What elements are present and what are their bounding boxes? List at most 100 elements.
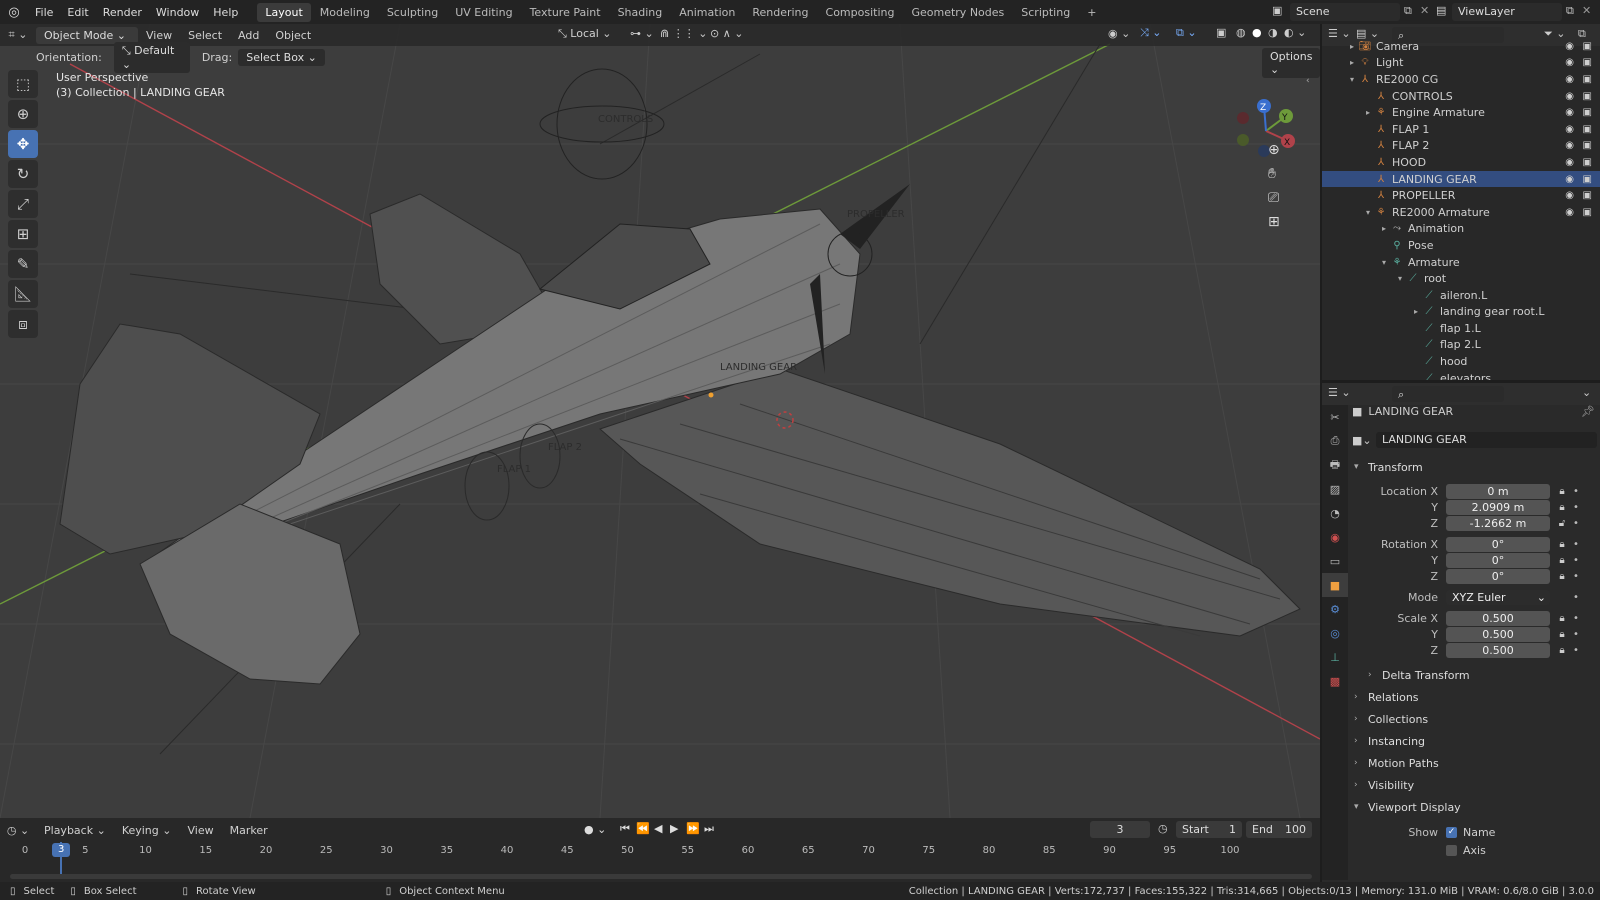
timeline-scrollbar[interactable]	[10, 874, 1312, 879]
outliner-row[interactable]: ⅄ HOOD ◉ ▣	[1322, 154, 1600, 171]
play-icon[interactable]: ▶	[670, 822, 678, 835]
render-camera-icon[interactable]: ▣	[1583, 124, 1592, 135]
visibility-eye-icon[interactable]: ◉	[1565, 41, 1574, 52]
outliner-row[interactable]: ▾ ⚘ RE2000 Armature ◉ ▣	[1322, 204, 1600, 221]
frame-ruler[interactable]: 0 5 10 15 20 25 30 35 40 45 50 55 60 65 70 75 80 85 90 95 10…	[0, 842, 1310, 876]
data-tab-icon[interactable]: ▩	[1322, 669, 1348, 693]
lock-icon[interactable]: 🔒︎	[1554, 502, 1570, 513]
render-camera-icon[interactable]: ▣	[1583, 190, 1592, 201]
tab-geometry-nodes[interactable]: Geometry Nodes	[903, 3, 1012, 22]
orientation-dropdown[interactable]: ⤡ Default ⌄	[113, 41, 190, 73]
keyframe-dot-icon[interactable]: •	[1570, 592, 1582, 603]
render-camera-icon[interactable]: ▣	[1583, 91, 1592, 102]
scale-x-field[interactable]: 0.500	[1446, 610, 1550, 626]
timeline-playback-menu[interactable]: Playback ⌄	[36, 824, 114, 837]
scene-selector-icon[interactable]: ▣	[1272, 4, 1282, 17]
object-name-field[interactable]: LANDING GEAR	[1376, 432, 1597, 448]
keyframe-dot-icon[interactable]: •	[1570, 645, 1582, 656]
rotation-y-field[interactable]: 0°	[1446, 552, 1550, 568]
viewport-menu-view[interactable]: View	[138, 29, 180, 42]
outliner-row[interactable]: ⟋ elevators	[1322, 370, 1600, 380]
xray-icon[interactable]: ▣	[1216, 26, 1226, 39]
render-camera-icon[interactable]: ▣	[1583, 41, 1592, 52]
transform-tool-icon[interactable]: ⊞	[8, 220, 38, 248]
expand-arrow-icon[interactable]: ▸	[1410, 307, 1422, 316]
visibility-eye-icon[interactable]: ◉	[1565, 174, 1574, 185]
scale-z-field[interactable]: 0.500	[1446, 642, 1550, 658]
menu-window[interactable]: Window	[149, 6, 206, 19]
viewport-display-panel[interactable]: ▾ Viewport Display	[1354, 797, 1596, 817]
rendered-shading-icon[interactable]: ◐ ⌄	[1284, 26, 1306, 39]
tab-uv-editing[interactable]: UV Editing	[447, 3, 520, 22]
lock-icon[interactable]: 🔒︎	[1554, 539, 1570, 550]
lock-icon[interactable]: 🔒︎	[1554, 486, 1570, 497]
rotation-x-field[interactable]: 0°	[1446, 536, 1550, 552]
outliner-row[interactable]: ⅄ FLAP 2 ◉ ▣	[1322, 138, 1600, 155]
new-scene-icon[interactable]: ⧉	[1404, 4, 1412, 18]
keyframe-dot-icon[interactable]: •	[1570, 629, 1582, 640]
timeline-editor-type-icon[interactable]: ◷ ⌄	[0, 824, 36, 837]
snap-icon[interactable]: ⋒ ⋮⋮ ⌄	[660, 27, 707, 40]
pivot-icon[interactable]: ⊶ ⌄	[630, 27, 654, 40]
gizmo-toggle-icon[interactable]: ⤨ ⌄	[1140, 26, 1162, 40]
tool-tab-icon[interactable]: ✂	[1322, 405, 1348, 429]
timeline-marker-menu[interactable]: Marker	[222, 824, 276, 837]
physics-tab-icon[interactable]: ◎	[1322, 621, 1348, 645]
name-checkbox[interactable]: ✓	[1446, 826, 1457, 838]
visibility-eye-icon[interactable]: ◉	[1565, 157, 1574, 168]
rotate-tool-icon[interactable]: ↻	[8, 160, 38, 188]
scene-tab-icon[interactable]: ◔	[1322, 501, 1348, 525]
expand-arrow-icon[interactable]: ▾	[1362, 208, 1374, 217]
viewport-menu-object[interactable]: Object	[267, 29, 319, 42]
render-camera-icon[interactable]: ▣	[1583, 174, 1592, 185]
scene-field[interactable]: Scene	[1290, 3, 1400, 21]
drag-dropdown[interactable]: Select Box ⌄	[238, 48, 325, 66]
visibility-eye-icon[interactable]: ◉	[1565, 74, 1574, 85]
navigation-gizmo[interactable]: Z Y X	[1226, 96, 1306, 166]
visibility-eye-icon[interactable]: ◉	[1565, 107, 1574, 118]
expand-arrow-icon[interactable]: ▾	[1394, 274, 1406, 283]
keyframe-dot-icon[interactable]: •	[1570, 502, 1582, 513]
3d-viewport[interactable]: CONTROLS PROPELLER LANDING GEAR FLAP 1 F…	[0, 24, 1320, 818]
record-button[interactable]: ● ⌄	[584, 823, 606, 836]
outliner-row[interactable]: ⅄ LANDING GEAR ◉ ▣	[1322, 170, 1600, 188]
render-camera-icon[interactable]: ▣	[1583, 157, 1592, 168]
remove-scene-icon[interactable]: ✕	[1420, 4, 1429, 17]
properties-editor-type-icon[interactable]: ☰ ⌄	[1328, 386, 1351, 399]
render-camera-icon[interactable]: ▣	[1583, 207, 1592, 218]
visibility-eye-icon[interactable]: ◉	[1565, 190, 1574, 201]
object-datablock-icon[interactable]: ■⌄	[1352, 434, 1376, 447]
visibility-panel[interactable]: › Visibility	[1354, 775, 1596, 795]
rotation-z-field[interactable]: 0°	[1446, 568, 1550, 584]
outliner-row[interactable]: ⟋ hood	[1322, 353, 1600, 370]
output-tab-icon[interactable]: 🖶︎	[1322, 453, 1348, 477]
zoom-icon[interactable]: ⊕	[1268, 142, 1280, 158]
visibility-icon[interactable]: ◉ ⌄	[1108, 27, 1130, 40]
object-mode-dropdown[interactable]: Object Mode ⌄	[36, 26, 138, 44]
tab-rendering[interactable]: Rendering	[744, 3, 816, 22]
measure-tool-icon[interactable]: 📐︎	[8, 280, 38, 308]
pin-icon[interactable]: 📌︎	[1581, 405, 1595, 418]
outliner-row[interactable]: ▾ ⟋ root	[1322, 270, 1600, 287]
viewport-menu-add[interactable]: Add	[230, 29, 267, 42]
view-layer-icon[interactable]: ▤	[1436, 4, 1446, 17]
render-camera-icon[interactable]: ▣	[1583, 107, 1592, 118]
options-dropdown[interactable]: Options ⌄	[1262, 48, 1320, 78]
constraint-tab-icon[interactable]: ⊥	[1322, 645, 1348, 669]
lock-icon[interactable]: 🔒︎	[1554, 629, 1570, 640]
properties-search-input[interactable]: ⌕	[1392, 386, 1504, 402]
start-frame-field[interactable]: Start 1	[1176, 821, 1242, 838]
outliner-row[interactable]: ⅄ CONTROLS ◉ ▣	[1322, 88, 1600, 105]
keyframe-dot-icon[interactable]: •	[1570, 486, 1582, 497]
outliner-row[interactable]: ⟋ flap 1.L	[1322, 320, 1600, 337]
world-tab-icon[interactable]: ◉	[1322, 525, 1348, 549]
expand-arrow-icon[interactable]: ▸	[1378, 224, 1390, 233]
collection-tab-icon[interactable]: ▭	[1322, 549, 1348, 573]
solid-shading-icon[interactable]: ●	[1252, 26, 1262, 39]
expand-arrow-icon[interactable]: ▸	[1346, 42, 1358, 51]
wireframe-shading-icon[interactable]: ◍	[1236, 26, 1246, 39]
view-layer-field[interactable]: ViewLayer	[1452, 3, 1562, 21]
keyframe-dot-icon[interactable]: •	[1570, 613, 1582, 624]
motion-paths-panel[interactable]: › Motion Paths	[1354, 753, 1596, 773]
visibility-eye-icon[interactable]: ◉	[1565, 124, 1574, 135]
